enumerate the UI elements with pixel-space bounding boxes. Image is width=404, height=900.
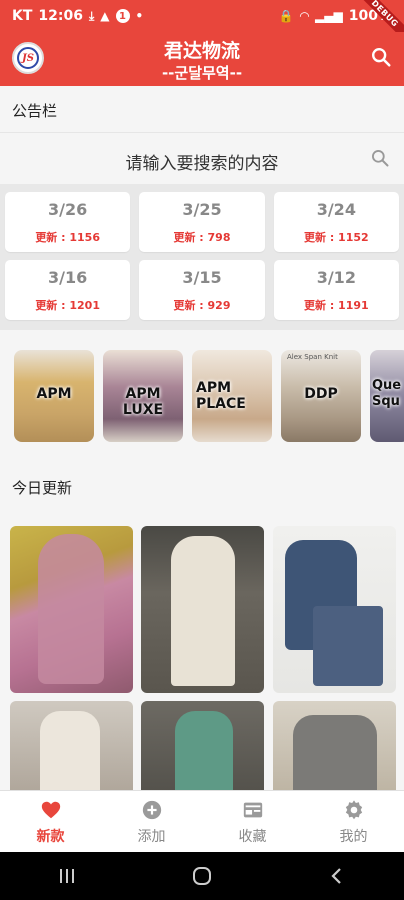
product-photo[interactable] <box>273 526 396 693</box>
carrier-label: KT <box>12 8 33 24</box>
home-icon[interactable] <box>182 856 222 896</box>
date-label: 3/25 <box>182 200 222 219</box>
dot-icon: • <box>135 9 144 23</box>
dress-shape <box>38 534 104 684</box>
product-photo[interactable] <box>273 701 396 790</box>
search-icon[interactable] <box>370 46 392 68</box>
product-photo[interactable] <box>141 701 264 790</box>
search-bar[interactable]: 请输入要搜索的内容 <box>0 132 404 184</box>
tab-mine[interactable]: 我的 <box>303 791 404 852</box>
status-bar: KT 12:06 ⤓ ▲ 1 • 🔒 ◠ ▂▄▆ 100% DEBUG <box>0 0 404 45</box>
brand-tile-apm[interactable]: APM <box>14 350 94 442</box>
heart-icon <box>41 801 60 819</box>
search-input[interactable]: 请输入要搜索的内容 <box>0 149 404 174</box>
date-card[interactable]: 3/15 更新 : 929 <box>139 260 265 320</box>
bottom-navigation: 新款 添加 收藏 我的 <box>0 790 404 852</box>
back-icon[interactable] <box>317 856 357 896</box>
signal-icon: ▂▄▆ <box>315 9 343 23</box>
favorites-card-icon <box>243 802 262 818</box>
update-count: 更新 : 1152 <box>303 231 369 244</box>
date-label: 3/15 <box>182 268 222 287</box>
date-label: 3/26 <box>48 200 88 219</box>
product-grid[interactable] <box>0 515 404 790</box>
notification-count-badge: 1 <box>115 9 130 23</box>
brand-carousel[interactable]: APM APM LUXE APM PLACE Alex Span Knit DD… <box>0 330 404 455</box>
notice-title: 公告栏 <box>12 102 58 120</box>
tab-label: 收藏 <box>238 829 267 845</box>
tab-label: 添加 <box>137 829 166 845</box>
date-card[interactable]: 3/24 更新 : 1152 <box>273 192 399 252</box>
clock: 12:06 <box>38 8 83 24</box>
notice-board[interactable]: 公告栏 <box>0 86 404 132</box>
coat-shape <box>171 536 235 686</box>
tab-label: 我的 <box>339 829 368 845</box>
gear-icon <box>345 800 362 820</box>
app-title: 君达物流 <box>163 40 240 62</box>
brand-tile-ddp[interactable]: Alex Span Knit DDP <box>281 350 361 442</box>
skirt-shape <box>313 606 383 686</box>
date-card[interactable]: 3/25 更新 : 798 <box>139 192 265 252</box>
plus-circle-icon <box>142 800 161 820</box>
date-card[interactable]: 3/26 更新 : 1156 <box>5 192 131 252</box>
brand-tile-apm-luxe[interactable]: APM LUXE <box>103 350 183 442</box>
product-photo[interactable] <box>10 526 133 693</box>
lock-icon: 🔒 <box>278 9 294 23</box>
blouse-shape <box>40 711 100 790</box>
today-updates-header: 今日更新 <box>0 455 404 515</box>
wifi-icon: ◠ <box>299 9 310 23</box>
date-card[interactable]: 3/12 更新 : 1191 <box>273 260 399 320</box>
update-count: 更新 : 1156 <box>35 231 100 244</box>
gray-jacket-shape <box>293 715 377 790</box>
update-count: 更新 : 1191 <box>303 299 369 312</box>
tab-favorites[interactable]: 收藏 <box>202 791 303 852</box>
brand-tag: Alex Span Knit <box>287 353 338 361</box>
date-label: 3/16 <box>48 268 88 287</box>
brand-tile-que-squ[interactable]: Que Squ <box>370 350 404 442</box>
update-count: 更新 : 929 <box>173 299 231 312</box>
tab-label: 新款 <box>36 829 65 845</box>
product-photo[interactable] <box>141 526 264 693</box>
brand-label: DDP <box>304 386 338 402</box>
date-card[interactable]: 3/16 更新 : 1201 <box>5 260 131 320</box>
brand-label: APM PLACE <box>196 380 246 412</box>
warning-icon: ▲ <box>100 9 110 23</box>
date-label: 3/12 <box>316 268 356 287</box>
update-count: 更新 : 1201 <box>35 299 100 312</box>
tab-new[interactable]: 新款 <box>0 791 101 852</box>
update-count: 更新 : 798 <box>173 231 231 244</box>
system-navigation-bar <box>0 852 404 900</box>
green-dress-shape <box>175 711 233 790</box>
date-label: 3/24 <box>316 200 356 219</box>
search-icon[interactable] <box>370 148 390 168</box>
app-header: JS 君达物流 --군달무역-- <box>0 32 404 86</box>
product-photo[interactable] <box>10 701 133 790</box>
brand-tile-apm-place[interactable]: APM PLACE <box>192 350 272 442</box>
brand-label: Que Squ <box>372 378 402 409</box>
today-title: 今日更新 <box>12 479 73 497</box>
tab-add[interactable]: 添加 <box>101 791 202 852</box>
app-subtitle: --군달무역-- <box>161 64 243 82</box>
brand-label: APM LUXE <box>122 386 164 418</box>
update-date-grid: 3/26 更新 : 1156 3/25 更新 : 798 3/24 更新 : 1152… <box>0 184 404 330</box>
brand-label: APM <box>36 386 72 402</box>
download-icon: ⤓ <box>88 8 95 23</box>
recent-apps-icon[interactable] <box>47 856 87 896</box>
